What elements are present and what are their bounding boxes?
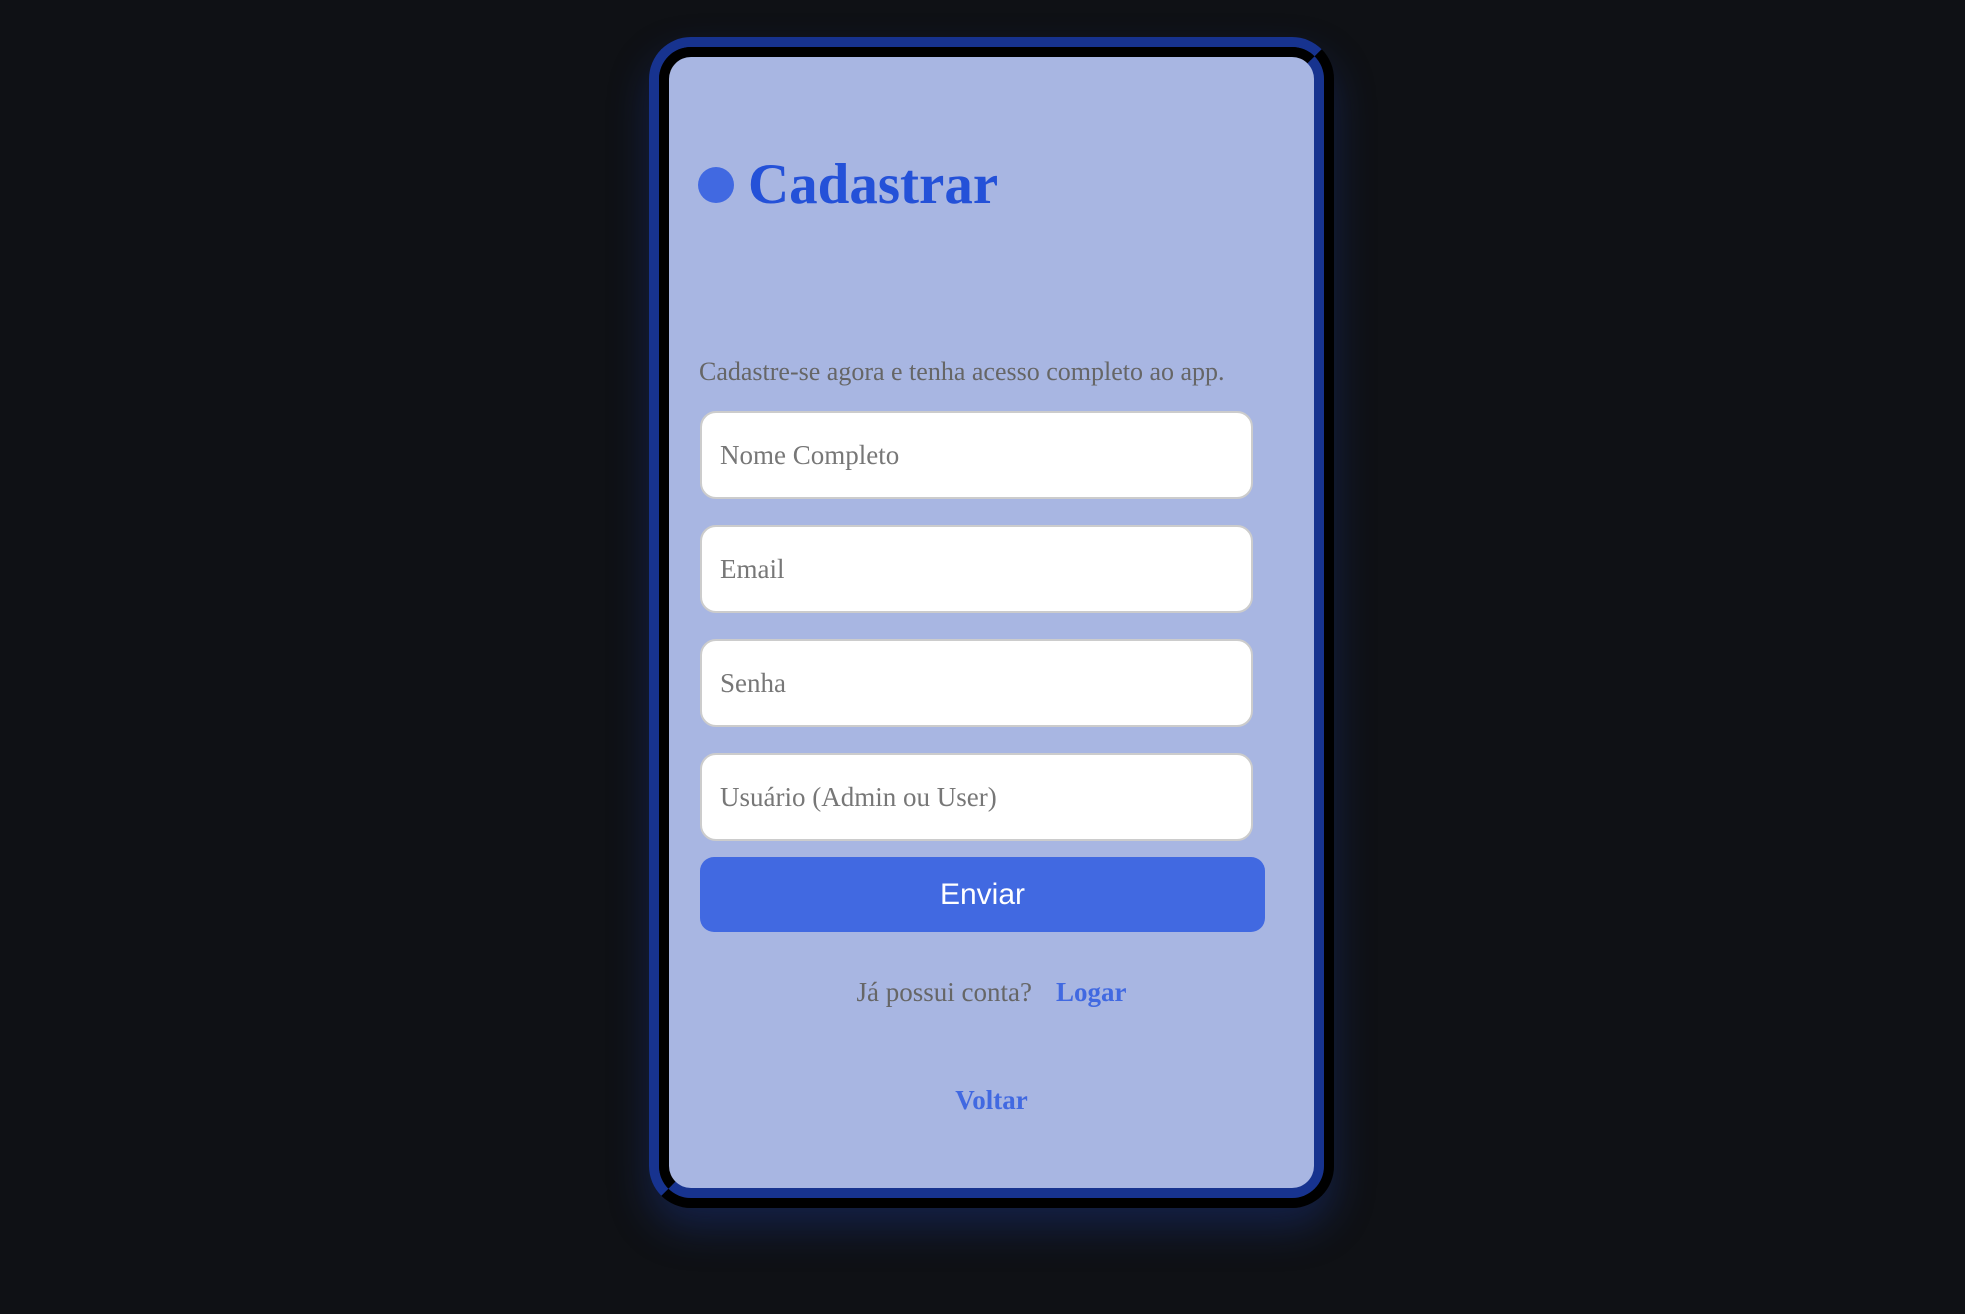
phone-frame: Cadastrar Cadastre-se agora e tenha aces… [649, 37, 1334, 1208]
circle-dot-icon [698, 167, 734, 203]
login-link[interactable]: Logar [1056, 977, 1127, 1007]
page-title: Cadastrar [748, 153, 999, 216]
login-prompt: Já possui conta? Logar [669, 977, 1314, 1008]
back-link[interactable]: Voltar [955, 1085, 1028, 1115]
email-input[interactable] [700, 525, 1253, 613]
full-name-input[interactable] [700, 411, 1253, 499]
back-row: Voltar [669, 1085, 1314, 1116]
login-prompt-text: Já possui conta? [856, 977, 1032, 1007]
user-type-input[interactable] [700, 753, 1253, 841]
submit-button[interactable]: Enviar [700, 857, 1265, 932]
password-input[interactable] [700, 639, 1253, 727]
signup-panel: Cadastrar Cadastre-se agora e tenha aces… [659, 47, 1324, 1198]
subtitle: Cadastre-se agora e tenha acesso complet… [699, 357, 1225, 386]
